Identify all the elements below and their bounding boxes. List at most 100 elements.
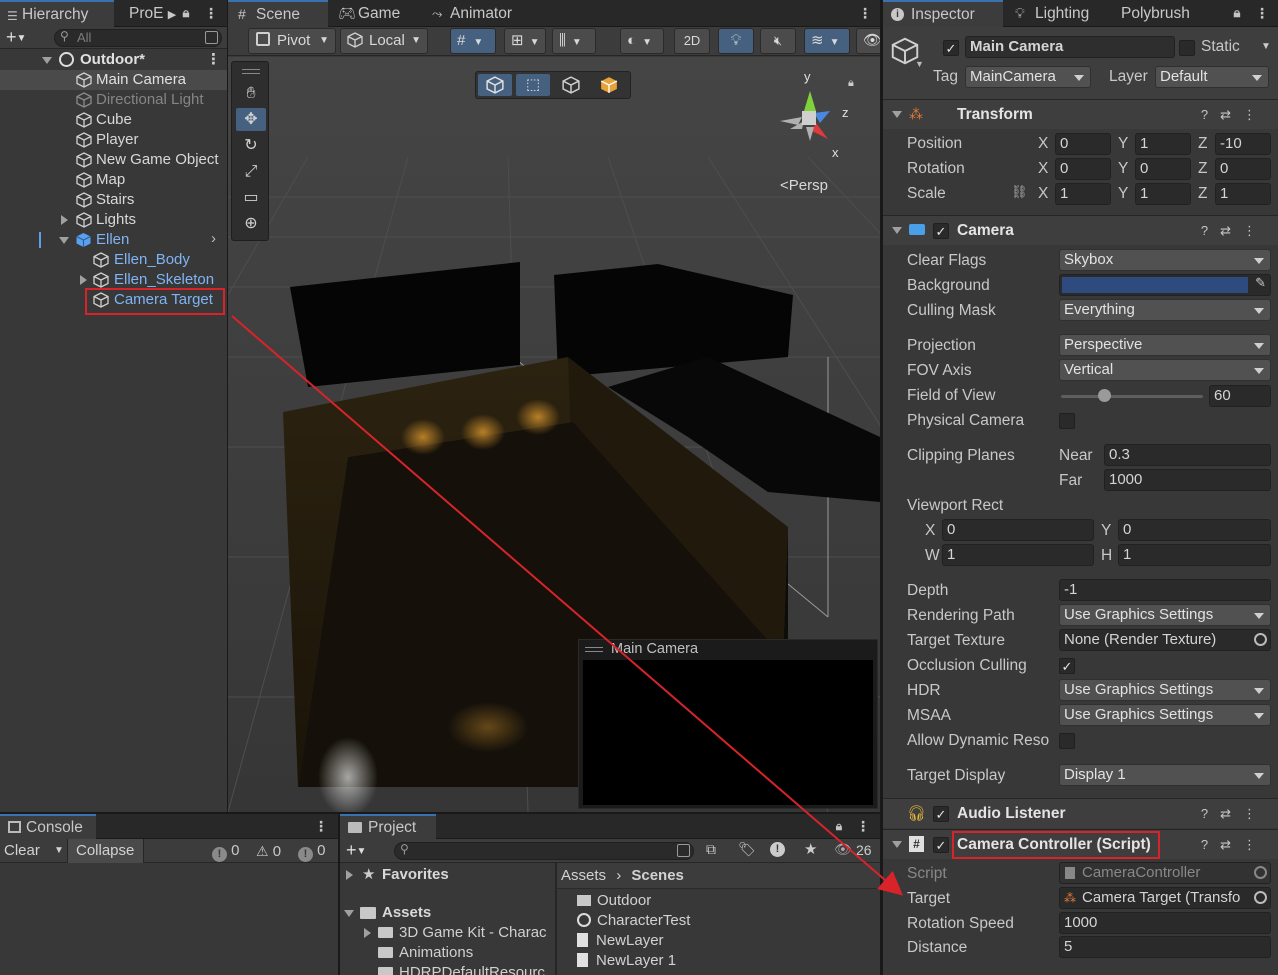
chevron-down-icon[interactable]: ▼ bbox=[915, 59, 924, 69]
far-field[interactable]: 1000 bbox=[1104, 469, 1271, 491]
constrain-scale-icon[interactable]: ⛓︎ bbox=[1011, 184, 1028, 200]
expand-arrow-icon[interactable] bbox=[892, 841, 902, 848]
asset-folder-row[interactable]: 3D Game Kit - Charac bbox=[340, 923, 555, 943]
increment-snap-toggle[interactable]: ⊞ ▼ bbox=[504, 28, 546, 54]
expand-arrow-icon[interactable] bbox=[59, 237, 69, 244]
projection-dropdown[interactable]: Perspective bbox=[1059, 334, 1271, 356]
orange-cube-tool-icon[interactable] bbox=[592, 74, 626, 96]
rect-tool-icon[interactable]: ▭ bbox=[236, 186, 266, 209]
bounds-tool-icon[interactable]: ⬚ bbox=[516, 74, 550, 96]
camera-preview-window[interactable]: Main Camera bbox=[578, 639, 878, 809]
fov-axis-dropdown[interactable]: Vertical bbox=[1059, 359, 1271, 381]
local-dropdown[interactable]: Local ▼ bbox=[340, 28, 428, 54]
static-dropdown-icon[interactable]: ▼ bbox=[1261, 41, 1271, 52]
hdr-dropdown[interactable]: Use Graphics Settings bbox=[1059, 679, 1271, 701]
scale-y-field[interactable]: 1 bbox=[1135, 183, 1191, 205]
file-item-outdoor[interactable]: Outdoor bbox=[577, 892, 651, 912]
component-header-icons[interactable]: ?⇄⋮ bbox=[1201, 107, 1268, 123]
search-options-icon[interactable] bbox=[677, 844, 690, 857]
component-header-icons[interactable]: ?⇄⋮ bbox=[1201, 837, 1268, 853]
collapse-toggle[interactable]: Collapse bbox=[68, 839, 144, 863]
favorites-row[interactable]: ★ Favorites bbox=[340, 865, 555, 885]
breadcrumb-scenes[interactable]: Scenes bbox=[631, 867, 684, 884]
open-prefab-arrow-icon[interactable]: › bbox=[211, 230, 216, 247]
target-field[interactable]: ⁂ Camera Target (Transfo bbox=[1059, 887, 1271, 909]
mode-2d-toggle[interactable]: 2D bbox=[674, 28, 710, 54]
create-button[interactable]: +▼ bbox=[6, 27, 26, 49]
object-name-field[interactable]: Main Camera bbox=[965, 36, 1175, 58]
target-texture-field[interactable]: None (Render Texture) bbox=[1059, 629, 1271, 651]
hierarchy-menu-icon[interactable]: ⋮ bbox=[204, 3, 218, 23]
scene-menu-icon[interactable]: ⋮ bbox=[858, 3, 872, 23]
assets-row[interactable]: Assets bbox=[340, 903, 555, 923]
asset-folder-row[interactable]: HDRPDefaultResourc bbox=[340, 963, 555, 975]
scale-z-field[interactable]: 1 bbox=[1215, 183, 1271, 205]
move-tool-icon[interactable]: ✥ bbox=[236, 108, 266, 131]
ruler-toggle[interactable]: ⫼ ▼ bbox=[552, 28, 596, 54]
hierarchy-item-directional-light[interactable]: Directional Light bbox=[0, 90, 227, 110]
filter-by-type-icon[interactable]: ⧉ bbox=[706, 841, 716, 858]
projection-toggle[interactable]: <Persp bbox=[780, 177, 828, 194]
component-header-icons[interactable]: ?⇄⋮ bbox=[1201, 223, 1268, 239]
view-tool-icon[interactable] bbox=[478, 74, 512, 96]
expand-arrow-icon[interactable] bbox=[61, 215, 68, 225]
tab-overflow-icon[interactable]: ▶ bbox=[168, 9, 176, 21]
expand-arrow-icon[interactable] bbox=[42, 57, 52, 64]
gizmo-lock-icon[interactable]: 🔒︎ bbox=[848, 77, 854, 90]
breadcrumb-assets[interactable]: Assets bbox=[561, 867, 606, 884]
hierarchy-item-main-camera[interactable]: Main Camera bbox=[0, 70, 227, 90]
tab-console[interactable]: Console bbox=[0, 814, 96, 839]
transform-tool-icon[interactable]: ⊕ bbox=[236, 212, 266, 235]
camera-header[interactable]: ✓ Camera ?⇄⋮ bbox=[883, 215, 1278, 245]
hierarchy-search-field[interactable]: ⚲ All bbox=[54, 29, 222, 47]
hand-tool-icon[interactable]: ✋︎ bbox=[236, 82, 266, 105]
camera-enabled-checkbox[interactable]: ✓ bbox=[933, 223, 949, 239]
expand-arrow-icon[interactable] bbox=[344, 910, 354, 917]
scene-viewport[interactable]: ✋︎ ✥ ↻ ⤢ ▭ ⊕ ⬚ y z x 🔒︎ <Persp Main Came… bbox=[228, 57, 880, 812]
warning-filter-toggle[interactable]: ⚠︎ 0 bbox=[256, 841, 281, 862]
orientation-gizmo[interactable]: y z x 🔒︎ bbox=[768, 69, 858, 161]
favorites-star-icon[interactable]: ★ bbox=[804, 840, 817, 858]
static-checkbox[interactable] bbox=[1179, 40, 1195, 56]
tab-scene[interactable]: # Scene bbox=[228, 0, 328, 27]
box-tool-icon[interactable] bbox=[554, 74, 588, 96]
fov-slider-track[interactable] bbox=[1061, 395, 1203, 398]
console-menu-icon[interactable]: ⋮ bbox=[314, 816, 328, 836]
file-item-newlayer-1[interactable]: NewLayer 1 bbox=[577, 952, 676, 972]
tab-hierarchy[interactable]: ☰ Hierarchy bbox=[0, 0, 114, 27]
rotation-x-field[interactable]: 0 bbox=[1055, 158, 1111, 180]
culling-mask-dropdown[interactable]: Everything bbox=[1059, 299, 1271, 321]
expand-arrow-icon[interactable] bbox=[892, 227, 902, 234]
hidden-packages-icon[interactable]: 👁︎ bbox=[834, 841, 852, 858]
expand-arrow-icon[interactable] bbox=[80, 275, 87, 285]
rotation-y-field[interactable]: 0 bbox=[1135, 158, 1191, 180]
grid-snap-toggle[interactable]: # ▼ bbox=[450, 28, 496, 54]
position-y-field[interactable]: 1 bbox=[1135, 133, 1191, 155]
chevron-down-icon[interactable]: ▼ bbox=[54, 839, 64, 863]
expand-arrow-icon[interactable] bbox=[346, 870, 353, 880]
tab-animator[interactable]: ⤳ Animator bbox=[426, 0, 520, 27]
hierarchy-item-ellen[interactable]: Ellen › bbox=[0, 230, 227, 250]
hierarchy-item-stairs[interactable]: Stairs bbox=[0, 190, 227, 210]
scene-root-row[interactable]: Outdoor* ⋮ bbox=[0, 50, 227, 70]
expand-arrow-icon[interactable] bbox=[892, 111, 902, 118]
audio-listener-header[interactable]: 🎧︎ ✓ Audio Listener ?⇄⋮ bbox=[883, 798, 1278, 828]
viewport-y-field[interactable]: 0 bbox=[1118, 519, 1271, 541]
asset-folder-row[interactable]: Animations bbox=[340, 943, 555, 963]
preview-drag-handle[interactable] bbox=[585, 647, 603, 652]
filter-by-log-icon[interactable]: ! bbox=[770, 842, 785, 857]
lighting-toggle[interactable]: 💡︎ bbox=[718, 28, 754, 54]
inspector-lock-icon[interactable]: 🔒︎ bbox=[1232, 3, 1242, 23]
expand-arrow-icon[interactable] bbox=[364, 928, 371, 938]
palette-drag-handle[interactable] bbox=[242, 69, 260, 74]
inspector-menu-icon[interactable]: ⋮ bbox=[1255, 3, 1269, 23]
msaa-dropdown[interactable]: Use Graphics Settings bbox=[1059, 704, 1271, 726]
tab-project-short[interactable]: ProE ▶ bbox=[121, 0, 184, 27]
physical-camera-checkbox[interactable] bbox=[1059, 413, 1075, 429]
error-filter-toggle[interactable]: ! 0 bbox=[298, 841, 326, 862]
project-create-button[interactable]: +▼ bbox=[346, 839, 366, 863]
rendering-path-dropdown[interactable]: Use Graphics Settings bbox=[1059, 604, 1271, 626]
hierarchy-item-ellen-skeleton[interactable]: Ellen_Skeleton bbox=[0, 270, 227, 290]
rotation-speed-field[interactable]: 1000 bbox=[1059, 912, 1271, 934]
position-x-field[interactable]: 0 bbox=[1055, 133, 1111, 155]
